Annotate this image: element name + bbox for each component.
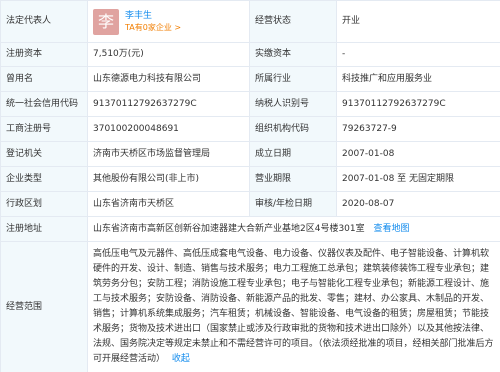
founded-date-value: 2007-01-08	[336, 141, 500, 167]
approval-date-label: 审核/年检日期	[249, 191, 337, 217]
credit-code-value: 91370112792637279C	[87, 91, 250, 117]
business-term-value: 2007-01-08 至 无固定期限	[336, 166, 500, 192]
business-term-label: 营业期限	[249, 166, 337, 192]
business-scope-cell: 高低压电气及元器件、高低压成套电气设备、电力设备、仪器仪表及配件、电子智能设备、…	[87, 241, 500, 372]
credit-code-label: 统一社会信用代码	[0, 91, 88, 117]
taxpayer-id-value: 91370112792637279C	[336, 91, 500, 117]
industry-value: 科技推广和应用服务业	[336, 66, 500, 92]
district-value: 山东省济南市天桥区	[87, 191, 250, 217]
paid-capital-label: 实缴资本	[249, 42, 337, 67]
former-name-value: 山东德源电力科技有限公司	[87, 66, 250, 92]
district-label: 行政区划	[0, 191, 88, 217]
company-type-value: 其他股份有限公司(非上市)	[87, 166, 250, 192]
reg-no-value: 370100200048691	[87, 116, 250, 142]
approval-date-value: 2020-08-07	[336, 191, 500, 217]
row-company-type: 企业类型 其他股份有限公司(非上市) 营业期限 2007-01-08 至 无固定…	[0, 166, 500, 192]
row-district: 行政区划 山东省济南市天桥区 审核/年检日期 2020-08-07	[0, 191, 500, 217]
paid-capital-value: -	[336, 42, 500, 67]
company-type-label: 企业类型	[0, 166, 88, 192]
industry-label: 所属行业	[249, 66, 337, 92]
address-cell: 山东省济南市高新区创新谷加速器建大合新产业基地2区4号楼301室 查看地图	[87, 216, 500, 242]
collapse-link[interactable]: 收起	[172, 354, 190, 364]
row-former-name: 曾用名 山东德源电力科技有限公司 所属行业 科技推广和应用服务业	[0, 66, 500, 92]
legal-rep-label: 法定代表人	[0, 0, 88, 43]
authority-label: 登记机关	[0, 141, 88, 167]
row-credit-code: 统一社会信用代码 91370112792637279C 纳税人识别号 91370…	[0, 91, 500, 117]
row-business-scope: 经营范围 高低压电气及元器件、高低压成套电气设备、电力设备、仪器仪表及配件、电子…	[0, 241, 500, 372]
status-label: 经营状态	[249, 0, 337, 43]
capital-label: 注册资本	[0, 42, 88, 67]
avatar: 李	[93, 8, 119, 35]
related-companies-link[interactable]: TA有0家企业 >	[125, 22, 181, 34]
legal-rep-name-link[interactable]: 李丰生	[125, 10, 181, 22]
company-info-table: 法定代表人 李 李丰生 TA有0家企业 > 经营状态 开业 注册资本 7,510…	[0, 0, 500, 372]
row-legal-rep: 法定代表人 李 李丰生 TA有0家企业 > 经营状态 开业	[0, 0, 500, 43]
row-capital: 注册资本 7,510万(元) 实缴资本 -	[0, 42, 500, 67]
reg-no-label: 工商注册号	[0, 116, 88, 142]
row-address: 注册地址 山东省济南市高新区创新谷加速器建大合新产业基地2区4号楼301室 查看…	[0, 216, 500, 242]
authority-value: 济南市天桥区市场监督管理局	[87, 141, 250, 167]
status-value: 开业	[336, 0, 500, 43]
legal-rep-cell: 李 李丰生 TA有0家企业 >	[87, 0, 250, 43]
view-map-link[interactable]: 查看地图	[374, 224, 410, 234]
row-authority: 登记机关 济南市天桥区市场监督管理局 成立日期 2007-01-08	[0, 141, 500, 167]
business-scope-text: 高低压电气及元器件、高低压成套电气设备、电力设备、仪器仪表及配件、电子智能设备、…	[93, 249, 494, 364]
founded-date-label: 成立日期	[249, 141, 337, 167]
org-code-value: 79263727-9	[336, 116, 500, 142]
org-code-label: 组织机构代码	[249, 116, 337, 142]
address-label: 注册地址	[0, 216, 88, 242]
capital-value: 7,510万(元)	[87, 42, 250, 67]
business-scope-label: 经营范围	[0, 241, 88, 372]
former-name-label: 曾用名	[0, 66, 88, 92]
taxpayer-id-label: 纳税人识别号	[249, 91, 337, 117]
row-reg-no: 工商注册号 370100200048691 组织机构代码 79263727-9	[0, 116, 500, 142]
address-value: 山东省济南市高新区创新谷加速器建大合新产业基地2区4号楼301室	[93, 223, 365, 234]
